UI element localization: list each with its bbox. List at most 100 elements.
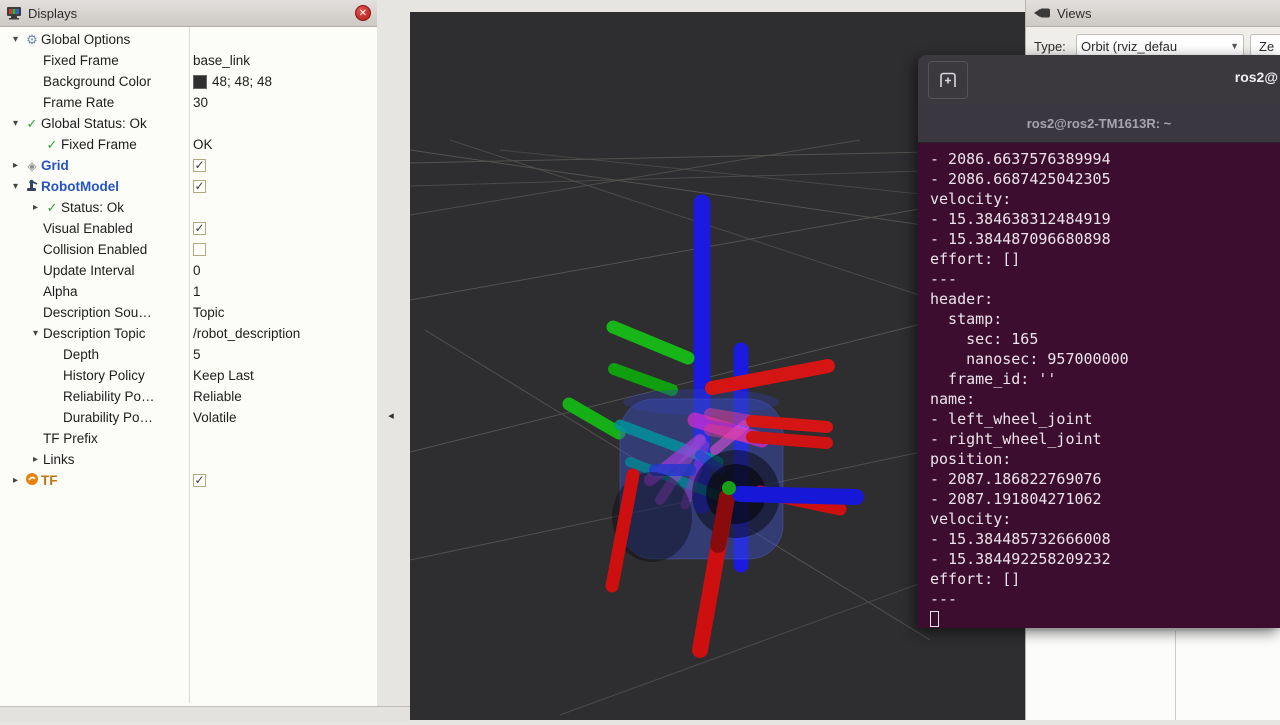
property-label: Description Sou… (43, 305, 152, 320)
terminal-line: - 2086.6637576389994 (930, 149, 1280, 169)
property-value[interactable]: 30 (193, 95, 208, 110)
tree-collapseed-arrow-icon[interactable]: ▸ (8, 160, 23, 171)
property-value[interactable]: base_link (193, 53, 250, 68)
bottom-panel-edge (0, 706, 410, 721)
terminal-line: nanosec: 957000000 (930, 349, 1280, 369)
views-panel-title: Views (1057, 6, 1091, 21)
property-label: Links (43, 452, 75, 467)
property-label: Durability Po… (63, 410, 153, 425)
property-value[interactable]: 1 (193, 284, 201, 299)
terminal-tab-bar: ros2@ros2-TM1613R: ~ (918, 105, 1280, 143)
zero-button-label: Ze (1259, 39, 1274, 54)
terminal-line: sec: 165 (930, 329, 1280, 349)
property-checkbox[interactable]: ✓ (193, 159, 206, 172)
property-label: Global Status: Ok (41, 116, 147, 131)
property-label: Depth (63, 347, 99, 362)
property-checkbox[interactable]: ✓ (193, 222, 206, 235)
color-swatch (193, 75, 207, 89)
close-icon[interactable]: ✕ (355, 5, 371, 21)
property-value[interactable]: OK (193, 137, 213, 152)
tf-icon (23, 472, 41, 489)
terminal-line: - 15.384487096680898 (930, 229, 1280, 249)
views-list-divider (1175, 631, 1176, 720)
property-label: Description Topic (43, 326, 146, 341)
property-label: Fixed Frame (43, 53, 119, 68)
terminal-line: effort: [] (930, 569, 1280, 589)
tree-collapseed-arrow-icon[interactable]: ▸ (28, 454, 43, 465)
new-tab-icon (937, 70, 959, 90)
property-label: Alpha (43, 284, 78, 299)
property-label: TF Prefix (43, 431, 98, 446)
property-value[interactable]: 5 (193, 347, 201, 362)
terminal-line: velocity: (930, 189, 1280, 209)
displays-panel-header[interactable]: Displays ✕ (0, 0, 377, 27)
tree-expanded-arrow-icon[interactable]: ▾ (8, 34, 23, 45)
displays-panel-title: Displays (28, 6, 77, 21)
ok-check-icon: ✓ (23, 116, 41, 132)
terminal-tab[interactable]: ros2@ros2-TM1613R: ~ (1027, 116, 1172, 131)
tree-collapseed-arrow-icon[interactable]: ▸ (28, 202, 43, 213)
terminal-line: - right_wheel_joint (930, 429, 1280, 449)
terminal-window: ros2@ ros2@ros2-TM1613R: ~ - 2086.663757… (918, 55, 1280, 628)
property-checkbox[interactable]: ✓ (193, 180, 206, 193)
chevron-down-icon: ▼ (1230, 41, 1239, 51)
terminal-line: - 15.384485732666008 (930, 529, 1280, 549)
property-label: Fixed Frame (61, 137, 137, 152)
terminal-line: - 2087.191804271062 (930, 489, 1280, 509)
property-value[interactable]: /robot_description (193, 326, 300, 341)
terminal-line: --- (930, 269, 1280, 289)
tree-expanded-arrow-icon[interactable]: ▾ (28, 328, 43, 339)
terminal-line: - left_wheel_joint (930, 409, 1280, 429)
terminal-line: name: (930, 389, 1280, 409)
tree-collapseed-arrow-icon[interactable]: ▸ (8, 475, 23, 486)
views-panel-header[interactable]: Views (1026, 0, 1280, 27)
terminal-line: frame_id: '' (930, 369, 1280, 389)
property-label: Status: Ok (61, 200, 124, 215)
terminal-output[interactable]: - 2086.6637576389994- 2086.6687425042305… (918, 143, 1280, 628)
terminal-line: - 2086.6687425042305 (930, 169, 1280, 189)
terminal-line: - 15.384492258209232 (930, 549, 1280, 569)
terminal-line: header: (930, 289, 1280, 309)
tree-expanded-arrow-icon[interactable]: ▾ (8, 118, 23, 129)
property-column-divider[interactable] (189, 27, 190, 703)
views-type-label: Type: (1034, 39, 1066, 54)
displays-panel: Displays ✕ ▾⚙Global OptionsFixed Frameba… (0, 0, 378, 706)
displays-icon (6, 6, 22, 20)
terminal-window-title: ros2@ (1235, 69, 1278, 85)
views-list-area[interactable] (1026, 631, 1280, 720)
property-label: Background Color (43, 74, 151, 89)
terminal-line: position: (930, 449, 1280, 469)
property-value[interactable]: Keep Last (193, 368, 254, 383)
terminal-titlebar[interactable]: ros2@ (918, 55, 1280, 105)
property-label: Update Interval (43, 263, 135, 278)
property-value[interactable]: Volatile (193, 410, 237, 425)
robot-icon (23, 179, 41, 195)
terminal-line: velocity: (930, 509, 1280, 529)
property-label: Collision Enabled (43, 242, 147, 257)
terminal-line: --- (930, 589, 1280, 609)
views-camera-icon (1034, 7, 1051, 19)
property-label: History Policy (63, 368, 145, 383)
new-tab-button[interactable] (928, 61, 968, 99)
ok-check-icon: ✓ (43, 137, 61, 153)
gear-icon: ⚙ (23, 32, 41, 48)
panel-splitter[interactable] (377, 0, 410, 720)
property-label: RobotModel (41, 179, 119, 194)
grid-icon: ◈ (23, 159, 41, 173)
property-label: Global Options (41, 32, 130, 47)
viewport-top-margin (377, 0, 1025, 12)
property-value[interactable]: 48; 48; 48 (193, 74, 272, 89)
property-value[interactable]: 0 (193, 263, 201, 278)
tree-expanded-arrow-icon[interactable]: ▾ (8, 181, 23, 192)
property-value[interactable]: Topic (193, 305, 225, 320)
property-label: Reliability Po… (63, 389, 155, 404)
property-checkbox[interactable]: ✓ (193, 474, 206, 487)
splitter-collapse-arrow-icon[interactable]: ◂ (384, 405, 398, 427)
terminal-line: - 15.384638312484919 (930, 209, 1280, 229)
property-label: Frame Rate (43, 95, 114, 110)
property-value[interactable]: Reliable (193, 389, 242, 404)
ok-check-icon: ✓ (43, 200, 61, 216)
terminal-line: effort: [] (930, 249, 1280, 269)
property-label: Visual Enabled (43, 221, 133, 236)
property-checkbox[interactable] (193, 243, 206, 256)
